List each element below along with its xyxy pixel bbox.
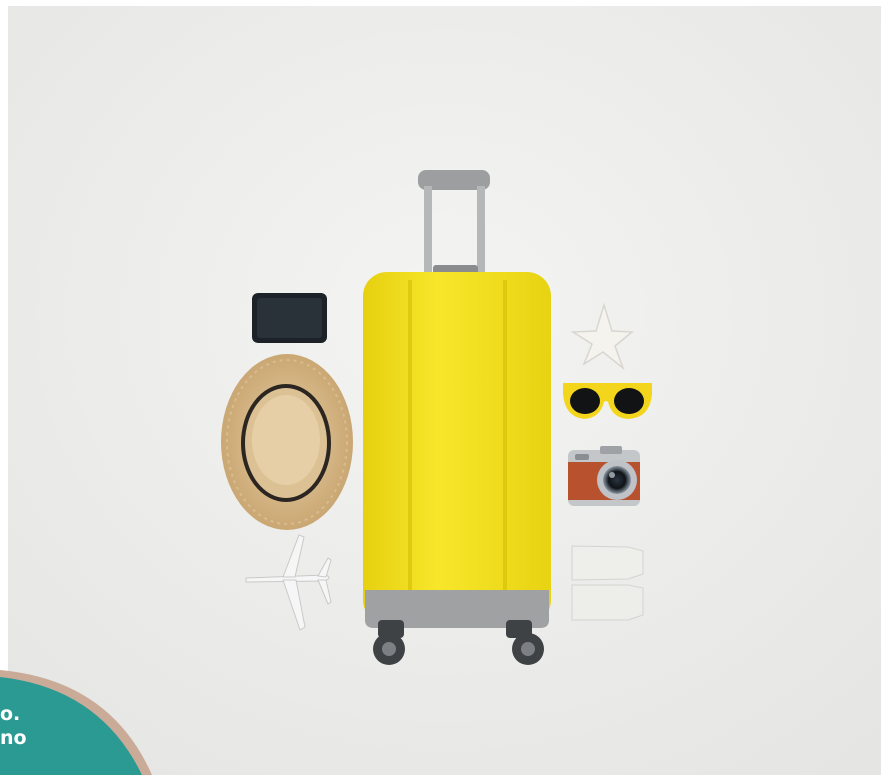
travel-photo	[0, 0, 881, 775]
badge-line-1: o.	[0, 703, 21, 725]
straw-hat-icon	[221, 354, 353, 530]
yellow-suitcase-icon	[363, 272, 551, 665]
badge-line-2: no	[0, 727, 27, 749]
camera-icon	[568, 446, 640, 506]
tablet-icon	[252, 293, 327, 343]
badge-text: o. no	[0, 702, 27, 750]
